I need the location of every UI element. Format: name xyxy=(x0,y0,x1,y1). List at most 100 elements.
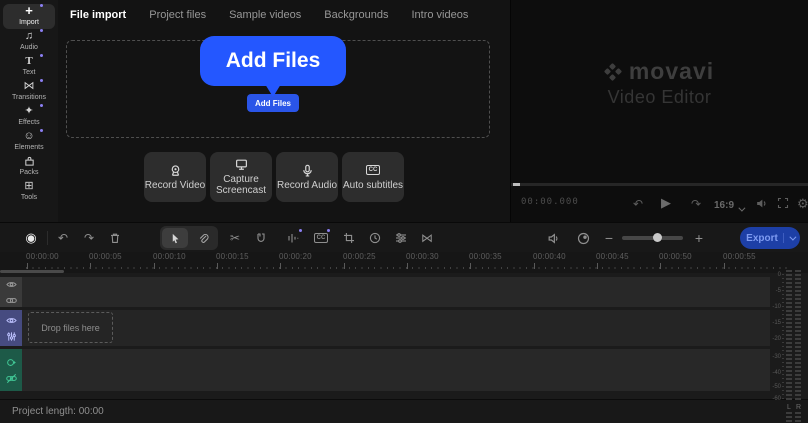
chevron-down-icon[interactable] xyxy=(789,233,796,240)
notification-dot xyxy=(40,54,43,57)
unlink-icon[interactable] xyxy=(6,373,17,384)
edit-mode-group xyxy=(160,226,218,250)
product-name: Video Editor xyxy=(511,87,808,108)
seek-bar[interactable] xyxy=(511,183,808,186)
record-video-button[interactable]: Record Video xyxy=(144,152,206,202)
capture-screencast-button[interactable]: Capture Screencast xyxy=(210,152,272,202)
sidebar-item-packs[interactable]: Packs xyxy=(3,154,55,179)
ruler-mark: 00:00:50 xyxy=(659,252,723,261)
mixer-icon[interactable] xyxy=(6,331,17,342)
subtitles-icon[interactable]: CC xyxy=(312,223,330,253)
db-label: -5 xyxy=(776,288,781,294)
zoom-in-icon[interactable]: + xyxy=(690,223,708,253)
sidebar-item-effects[interactable]: ✦ Effects xyxy=(3,104,55,129)
db-label: -40 xyxy=(772,370,781,376)
record-target-icon[interactable]: ◉ xyxy=(22,223,40,253)
ruler-mark: 00:00:40 xyxy=(533,252,597,261)
tab-backgrounds[interactable]: Backgrounds xyxy=(324,9,388,21)
notification-dot xyxy=(40,29,43,32)
video-track-header xyxy=(0,310,22,346)
paperclip-icon[interactable] xyxy=(190,228,216,248)
audio-track-header xyxy=(0,349,22,391)
capture-actions: Record Video Capture Screencast Record A… xyxy=(144,152,404,202)
sidebar-item-text[interactable]: T Text xyxy=(3,54,55,79)
speaker-icon[interactable] xyxy=(544,223,562,253)
audio-level-meter: 0 -5 -10 -15 -20 -30 -40 -50 -60 L R xyxy=(769,268,808,423)
auto-subtitles-button[interactable]: CC Auto subtitles xyxy=(342,152,404,202)
timeline-tracks: Drop files here xyxy=(0,273,808,399)
movavi-logo-icon xyxy=(605,64,621,80)
eye-icon[interactable] xyxy=(6,279,17,290)
notification-dot xyxy=(40,4,43,7)
subtitles-icon: CC xyxy=(366,164,381,177)
export-label: Export xyxy=(746,233,778,244)
tab-project-files[interactable]: Project files xyxy=(149,9,206,21)
ruler-mark: 00:00:10 xyxy=(153,252,217,261)
zoom-slider-thumb[interactable] xyxy=(653,233,662,242)
action-label: Record Audio xyxy=(277,180,337,191)
transition-icon[interactable]: ⋈ xyxy=(418,223,436,253)
color-wheel-icon[interactable] xyxy=(574,223,592,253)
sidebar-item-label: Packs xyxy=(3,168,55,177)
volume-icon[interactable] xyxy=(755,197,768,210)
gear-icon[interactable]: ⚙ xyxy=(797,196,808,212)
audio-track xyxy=(0,349,808,391)
chevron-down-icon[interactable] xyxy=(738,200,743,216)
sidebar-item-label: Elements xyxy=(3,143,55,152)
audio-levels-icon[interactable] xyxy=(284,223,302,253)
meter-right-column xyxy=(795,270,801,402)
clock-icon[interactable] xyxy=(366,223,384,253)
timeline-ruler[interactable]: 00:00:00 00:00:05 00:00:10 00:00:15 00:0… xyxy=(0,252,808,273)
sidebar-item-transitions[interactable]: ⋈ Transitions xyxy=(3,79,55,104)
sidebar-item-audio[interactable]: ♫ Audio xyxy=(3,29,55,54)
overlay-track xyxy=(0,277,808,307)
db-label: 0 xyxy=(778,272,781,278)
seek-handle[interactable] xyxy=(513,183,520,186)
play-icon[interactable]: ▶ xyxy=(661,195,671,211)
tab-file-import[interactable]: File import xyxy=(70,9,126,21)
skip-back-icon[interactable]: ↶ xyxy=(633,196,643,212)
sidebar-item-tools[interactable]: ⊞ Tools xyxy=(3,179,55,204)
eye-icon[interactable] xyxy=(6,315,17,326)
ruler-mark: 00:00:45 xyxy=(596,252,660,261)
link-icon[interactable] xyxy=(6,295,17,306)
overlay-track-lane[interactable] xyxy=(22,277,770,307)
tab-intro-videos[interactable]: Intro videos xyxy=(411,9,468,21)
brand-watermark: movavi Video Editor xyxy=(511,58,808,108)
zoom-out-icon[interactable]: − xyxy=(600,223,618,253)
horizontal-scrollbar[interactable] xyxy=(0,270,64,273)
voice-plus-icon[interactable] xyxy=(6,357,17,368)
drop-zone-label: Drop files here xyxy=(41,323,100,333)
scissors-icon[interactable]: ✂ xyxy=(226,223,244,253)
undo-icon[interactable]: ↶ xyxy=(54,223,72,253)
tools-icon: ⊞ xyxy=(3,179,55,193)
overlay-track-header xyxy=(0,277,22,307)
pointer-icon[interactable] xyxy=(162,228,188,248)
timeline-zoom-slider[interactable] xyxy=(622,236,683,240)
meter-left-column-tail xyxy=(786,412,792,423)
skip-forward-icon[interactable]: ↷ xyxy=(691,196,701,212)
timeline-toolbar: ◉ ↶ ↷ ✂ CC xyxy=(0,222,808,252)
export-button[interactable]: Export xyxy=(740,227,800,249)
magnet-icon[interactable] xyxy=(252,223,270,253)
adjustments-icon[interactable] xyxy=(392,223,410,253)
fullscreen-icon[interactable] xyxy=(777,197,789,209)
notification-dot xyxy=(299,229,302,232)
video-track-lane[interactable]: Drop files here xyxy=(22,310,770,346)
ruler-mark: 00:00:55 xyxy=(723,252,787,261)
sidebar-item-import[interactable]: + Import xyxy=(3,4,55,29)
trash-icon[interactable] xyxy=(106,223,124,253)
meter-ticks xyxy=(782,274,784,402)
tab-sample-videos[interactable]: Sample videos xyxy=(229,9,301,21)
sidebar-item-elements[interactable]: ☺ Elements xyxy=(3,129,55,154)
ruler-mark: 00:00:30 xyxy=(406,252,470,261)
export-divider xyxy=(783,233,784,243)
aspect-ratio-select[interactable]: 16:9 xyxy=(714,198,734,214)
record-audio-button[interactable]: Record Audio xyxy=(276,152,338,202)
audio-track-lane[interactable] xyxy=(22,349,770,391)
ruler-mark: 00:00:35 xyxy=(469,252,533,261)
drop-files-here-zone[interactable]: Drop files here xyxy=(28,312,113,343)
redo-icon[interactable]: ↷ xyxy=(80,223,98,253)
crop-icon[interactable] xyxy=(340,223,358,253)
left-channel-label: L xyxy=(787,404,791,411)
